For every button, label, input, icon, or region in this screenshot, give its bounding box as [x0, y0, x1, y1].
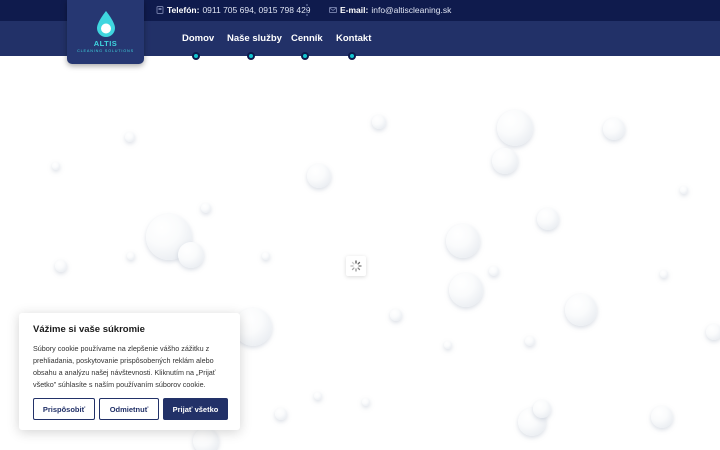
bubble: [362, 398, 370, 406]
bubble: [603, 118, 625, 140]
logo-brand-name: ALTIS: [93, 39, 118, 48]
phone-info[interactable]: Telefón: 0911 705 694, 0915 798 429: [156, 5, 311, 15]
bubble: [444, 341, 452, 349]
loading-spinner-icon: [350, 260, 362, 272]
bubble: [525, 336, 535, 346]
logo-tagline: CLEANING SOLUTIONS: [77, 49, 134, 53]
customize-button[interactable]: Prispôsobiť: [33, 398, 95, 420]
water-drop-icon: [96, 11, 115, 37]
cookie-consent-banner: Vážime si vaše súkromie Súbory cookie po…: [19, 313, 240, 430]
topbar-divider: [306, 4, 308, 16]
bubble: [307, 164, 331, 188]
nav-item-nase-sluzby[interactable]: Naše služby: [227, 33, 282, 44]
mail-icon: [329, 6, 337, 14]
site-logo[interactable]: ALTIS CLEANING SOLUTIONS: [67, 0, 144, 64]
bubble: [537, 208, 559, 230]
bubble: [489, 266, 499, 276]
bubble: [446, 224, 480, 258]
bubble: [390, 309, 402, 321]
bubble: [680, 186, 688, 194]
email-label: E-mail:: [340, 5, 369, 15]
bubble: [533, 400, 551, 418]
email-value[interactable]: info@altiscleaning.sk: [371, 5, 451, 15]
email-info[interactable]: E-mail: info@altiscleaning.sk: [329, 5, 451, 15]
bubble: [125, 132, 135, 142]
bubble: [372, 115, 386, 129]
bubble: [706, 324, 720, 340]
loading-indicator: [346, 256, 366, 276]
bubble: [55, 260, 67, 272]
reject-button[interactable]: Odmietnuť: [99, 398, 159, 420]
bubble: [492, 148, 518, 174]
nav-item-cennik[interactable]: Cenník: [291, 33, 323, 44]
bubble: [193, 428, 219, 450]
bubble: [660, 270, 668, 278]
nav-item-domov[interactable]: Domov: [182, 33, 214, 44]
cookie-buttons: Prispôsobiť Odmietnuť Prijať všetko: [33, 398, 228, 420]
bubble: [497, 110, 533, 146]
bubble: [449, 273, 483, 307]
bubble: [262, 252, 270, 260]
phone-label: Telefón:: [167, 5, 200, 15]
bubble: [565, 294, 597, 326]
cookie-title: Vážime si vaše súkromie: [33, 324, 145, 335]
bubble: [201, 203, 211, 213]
bubble: [127, 252, 135, 260]
bubble: [275, 408, 287, 420]
bubble: [52, 162, 60, 170]
bubble: [178, 242, 204, 268]
bubble: [651, 406, 673, 428]
phone-value[interactable]: 0911 705 694, 0915 798 429: [202, 5, 310, 15]
cookie-text: Súbory cookie používame na zlepšenie váš…: [33, 344, 216, 389]
phone-icon: [156, 6, 164, 14]
accept-all-button[interactable]: Prijať všetko: [163, 398, 228, 420]
bubble: [314, 392, 322, 400]
nav-item-kontakt[interactable]: Kontakt: [336, 33, 371, 44]
